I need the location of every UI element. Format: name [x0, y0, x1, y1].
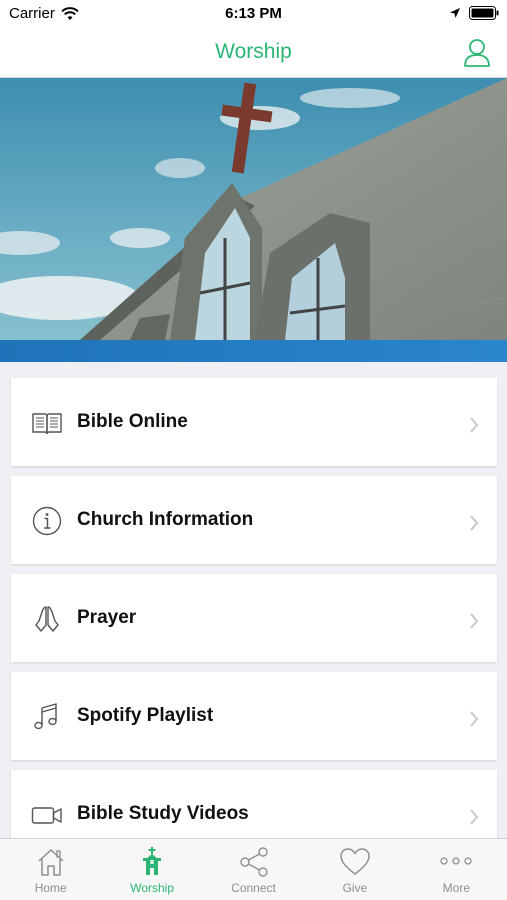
tab-bar: Home Worship Connect Give More [0, 838, 507, 900]
battery-icon [469, 6, 499, 20]
menu-item-spotify-playlist[interactable]: Spotify Playlist [11, 672, 497, 760]
open-book-icon [32, 413, 62, 435]
tab-label: Connect [231, 881, 276, 895]
menu-item-label: Bible Study Videos [77, 803, 249, 824]
chevron-right-icon [470, 417, 479, 433]
music-note-icon [34, 703, 57, 730]
video-camera-icon [31, 807, 62, 824]
profile-icon[interactable] [463, 38, 491, 68]
menu-item-label: Church Information [77, 509, 254, 530]
tab-worship[interactable]: Worship [101, 839, 202, 900]
tab-label: Worship [130, 881, 174, 895]
tab-home[interactable]: Home [0, 839, 101, 900]
heart-icon [340, 848, 370, 875]
chevron-right-icon [470, 613, 479, 629]
tab-give[interactable]: Give [304, 839, 405, 900]
share-icon [239, 847, 268, 877]
menu-list: Bible Online Church Information Prayer S… [11, 378, 497, 868]
tab-label: Give [342, 881, 368, 895]
menu-item-label: Prayer [77, 607, 137, 628]
chevron-right-icon [470, 809, 479, 825]
home-icon [38, 849, 64, 876]
menu-item-prayer[interactable]: Prayer [11, 574, 497, 662]
page-title: Worship [215, 40, 292, 63]
menu-item-label: Spotify Playlist [77, 705, 214, 726]
praying-hands-icon [35, 606, 59, 632]
more-dots-icon [440, 857, 472, 865]
menu-item-label: Bible Online [77, 411, 188, 432]
status-right-group [449, 6, 499, 20]
status-time: 6:13 PM [225, 5, 282, 22]
status-bar: Carrier 6:13 PM [0, 0, 507, 28]
tab-more[interactable]: More [406, 839, 507, 900]
church-icon [143, 847, 162, 875]
tab-label: More [442, 881, 470, 895]
info-icon [32, 506, 62, 536]
chevron-right-icon [470, 711, 479, 727]
chevron-right-icon [470, 515, 479, 531]
tab-label: Home [34, 881, 67, 895]
location-arrow-icon [450, 8, 460, 18]
menu-item-bible-online[interactable]: Bible Online [11, 378, 497, 466]
hero-banner-image [0, 78, 507, 362]
tab-connect[interactable]: Connect [203, 839, 304, 900]
menu-item-church-information[interactable]: Church Information [11, 476, 497, 564]
navigation-bar: Worship [0, 28, 507, 78]
